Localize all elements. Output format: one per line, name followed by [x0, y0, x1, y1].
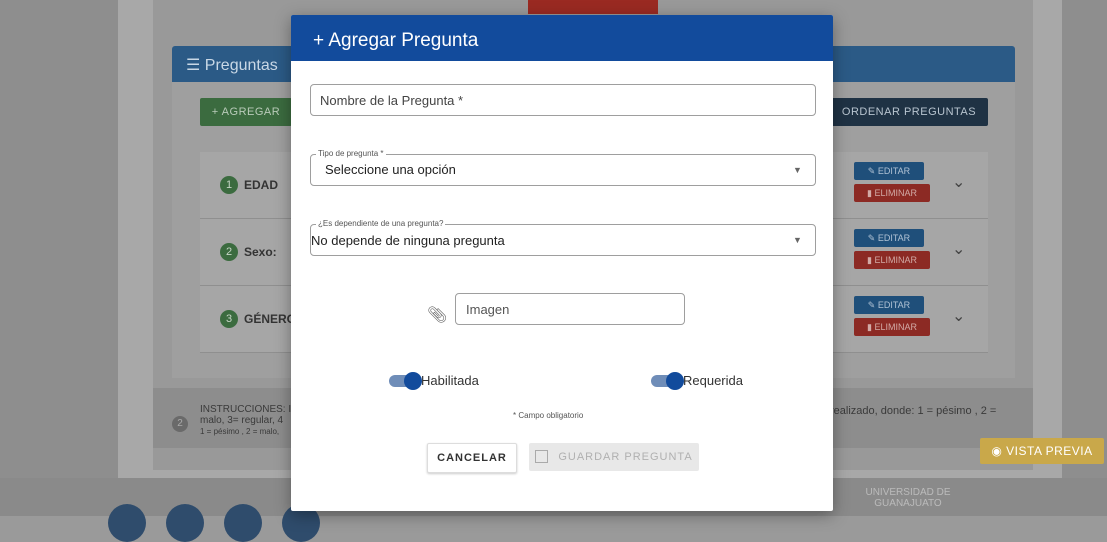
chevron-down-icon[interactable]: ⌄ [952, 239, 965, 259]
dependent-question-legend: ¿Es dependiente de una pregunta? [316, 219, 446, 228]
enabled-toggle[interactable] [389, 372, 422, 390]
questions-section-title: ☰ Preguntas [186, 57, 278, 74]
delete-button[interactable]: ▮ ELIMINAR [854, 251, 930, 269]
question-type-value: Seleccione una opción [325, 162, 456, 177]
required-toggle[interactable] [651, 372, 684, 390]
dependent-question-select[interactable]: ¿Es dependiente de una pregunta? No depe… [310, 219, 816, 256]
chevron-down-icon[interactable]: ⌄ [952, 172, 965, 192]
dropdown-arrow-icon: ▼ [793, 235, 802, 245]
edit-button[interactable]: ✎ EDITAR [854, 229, 924, 247]
question-label: Sexo: [244, 245, 277, 259]
required-toggle-label: Requerida [683, 373, 743, 388]
eye-icon: ◉ [991, 444, 1007, 458]
delete-button[interactable]: ▮ ELIMINAR [854, 318, 930, 336]
footer-circle[interactable] [108, 504, 146, 542]
chevron-down-icon[interactable]: ⌄ [952, 306, 965, 326]
question-type-legend: Tipo de pregunta * [316, 149, 386, 158]
pencil-icon: ✎ [867, 166, 878, 176]
preview-button[interactable]: ◉ VISTA PREVIA [980, 438, 1104, 464]
delete-button[interactable]: ▮ ELIMINAR [854, 184, 930, 202]
question-number: 1 [220, 176, 238, 194]
add-question-modal: + Agregar Pregunta Nombre de la Pregunta… [291, 15, 833, 511]
pencil-icon: ✎ [867, 300, 878, 310]
pencil-icon: ✎ [867, 233, 878, 243]
edit-button[interactable]: ✎ EDITAR [854, 296, 924, 314]
university-logo-text: UNIVERSIDAD DE GUANAJUATO [865, 487, 951, 509]
top-red-button[interactable] [528, 0, 658, 14]
modal-title: + Agregar Pregunta [313, 30, 479, 51]
save-icon [535, 449, 549, 463]
question-name-field[interactable]: Nombre de la Pregunta * [310, 84, 816, 116]
question-name-placeholder: Nombre de la Pregunta * [320, 93, 464, 108]
paperclip-icon[interactable]: 📎︎ [427, 305, 447, 325]
footer-circle[interactable] [224, 504, 262, 542]
modal-header: + Agregar Pregunta [291, 15, 833, 61]
toggle-knob [404, 372, 422, 390]
order-questions-button[interactable]: ORDENAR PREGUNTAS [830, 98, 988, 126]
instructions-text-right: realizado, donde: 1 = pésimo , 2 = [830, 405, 997, 417]
enabled-toggle-label: Habilitada [421, 373, 479, 388]
instructions-text: INSTRUCCIONES: I malo, 3= regular, 4 1 =… [200, 404, 292, 436]
cancel-button[interactable]: CANCELAR [427, 443, 517, 473]
image-placeholder: Imagen [466, 302, 510, 317]
footer-circle[interactable] [166, 504, 204, 542]
dropdown-arrow-icon: ▼ [793, 165, 802, 175]
question-label: EDAD [244, 178, 279, 192]
toggle-knob [666, 372, 684, 390]
question-number: 3 [220, 310, 238, 328]
instructions-number: 2 [172, 416, 188, 432]
save-question-button[interactable]: GUARDAR PREGUNTA [529, 443, 699, 471]
add-question-button[interactable]: + AGREGAR [200, 98, 292, 126]
list-icon: ☰ [186, 57, 205, 74]
edit-button[interactable]: ✎ EDITAR [854, 162, 924, 180]
question-number: 2 [220, 243, 238, 261]
image-input[interactable]: Imagen [455, 293, 685, 325]
question-type-select[interactable]: Tipo de pregunta * Seleccione una opción… [310, 149, 816, 186]
required-field-note: * Campo obligatorio [513, 411, 584, 420]
question-label: GÉNERO [244, 312, 297, 326]
dependent-question-value: No depende de ninguna pregunta [311, 233, 505, 248]
